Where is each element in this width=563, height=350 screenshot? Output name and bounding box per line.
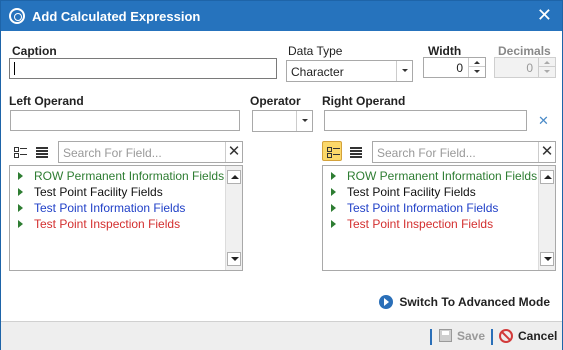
title-bar: Add Calculated Expression ✕ xyxy=(1,1,562,31)
chevron-down-icon[interactable] xyxy=(396,61,412,81)
save-button[interactable]: Save xyxy=(439,329,485,343)
separator xyxy=(430,329,432,345)
expand-arrow-icon[interactable] xyxy=(331,172,336,180)
tree-node-information[interactable]: Test Point Information Fields xyxy=(18,201,185,217)
tree-node-facility[interactable]: Test Point Facility Fields xyxy=(331,185,476,201)
floppy-disk-icon xyxy=(439,329,452,342)
chevron-down-icon[interactable] xyxy=(296,111,312,131)
tree-node-row-permanent[interactable]: ROW Permanent Information Fields xyxy=(331,169,537,185)
decimals-value: 0 xyxy=(526,61,533,75)
right-operand-label: Right Operand xyxy=(322,94,406,108)
width-increment-button[interactable] xyxy=(469,58,485,67)
right-search-placeholder: Search For Field... xyxy=(377,146,476,160)
tree-node-facility[interactable]: Test Point Facility Fields xyxy=(18,185,163,201)
list-view-icon[interactable] xyxy=(32,142,52,162)
width-value: 0 xyxy=(456,61,463,75)
width-label: Width xyxy=(428,44,462,58)
expand-arrow-icon[interactable] xyxy=(331,204,336,212)
switch-advanced-mode-button[interactable]: Switch To Advanced Mode xyxy=(379,295,550,309)
scroll-down-button[interactable] xyxy=(540,252,554,266)
right-tree-scrollbar[interactable] xyxy=(538,166,555,270)
right-operand-input[interactable] xyxy=(324,110,527,131)
window-title: Add Calculated Expression xyxy=(32,9,201,24)
tree-view-icon[interactable] xyxy=(10,142,30,162)
tree-node-row-permanent[interactable]: ROW Permanent Information Fields xyxy=(18,169,224,185)
text-caret xyxy=(14,62,15,75)
expand-arrow-icon[interactable] xyxy=(18,220,23,228)
decimals-stepper-buttons xyxy=(538,58,555,77)
dialog-footer: Save Cancel xyxy=(1,321,562,350)
tree-node-inspection[interactable]: Test Point Inspection Fields xyxy=(18,217,180,233)
clear-right-operand-icon[interactable]: ✕ xyxy=(538,113,549,129)
left-operand-label: Left Operand xyxy=(9,94,84,108)
width-stepper-buttons xyxy=(468,58,485,77)
decimals-stepper: 0 xyxy=(494,57,556,78)
width-decrement-button[interactable] xyxy=(469,68,485,77)
operator-label: Operator xyxy=(250,94,301,108)
right-field-tree: ROW Permanent Information Fields Test Po… xyxy=(322,165,556,271)
cancel-button[interactable]: Cancel xyxy=(499,329,557,343)
tree-node-inspection[interactable]: Test Point Inspection Fields xyxy=(331,217,493,233)
scroll-down-button[interactable] xyxy=(227,252,241,266)
separator xyxy=(491,329,493,345)
data-type-label: Data Type xyxy=(288,44,343,58)
tree-node-information[interactable]: Test Point Information Fields xyxy=(331,201,498,217)
right-field-search[interactable]: Search For Field... ✕ xyxy=(372,141,556,163)
width-stepper[interactable]: 0 xyxy=(423,57,486,78)
data-type-select[interactable]: Character xyxy=(286,60,413,82)
decimals-increment-button xyxy=(539,58,555,67)
left-field-search[interactable]: Search For Field... ✕ xyxy=(58,141,243,163)
tree-view-icon[interactable] xyxy=(322,141,342,161)
operator-select[interactable] xyxy=(252,110,313,132)
clear-search-icon[interactable]: ✕ xyxy=(538,142,555,162)
caption-input[interactable] xyxy=(9,58,277,79)
left-tree-scrollbar[interactable] xyxy=(225,166,242,270)
left-operand-input[interactable] xyxy=(10,110,240,131)
data-type-value: Character xyxy=(291,65,344,79)
caption-label: Caption xyxy=(12,44,57,58)
clear-search-icon[interactable]: ✕ xyxy=(225,142,242,162)
expand-arrow-icon[interactable] xyxy=(18,204,23,212)
close-button[interactable]: ✕ xyxy=(537,6,552,24)
decimals-decrement-button xyxy=(539,68,555,77)
expand-arrow-icon[interactable] xyxy=(18,172,23,180)
scroll-up-button[interactable] xyxy=(227,170,241,184)
add-calculated-expression-dialog: Add Calculated Expression ✕ Caption Data… xyxy=(0,0,563,350)
left-search-placeholder: Search For Field... xyxy=(63,146,162,160)
expand-arrow-icon[interactable] xyxy=(331,220,336,228)
list-view-icon[interactable] xyxy=(346,142,366,162)
cancel-icon xyxy=(499,329,513,343)
app-icon xyxy=(9,8,25,24)
scroll-up-button[interactable] xyxy=(540,170,554,184)
expand-arrow-icon[interactable] xyxy=(18,188,23,196)
expand-arrow-icon[interactable] xyxy=(331,188,336,196)
arrow-right-circle-icon xyxy=(379,295,394,309)
decimals-label: Decimals xyxy=(498,44,551,58)
left-field-tree: ROW Permanent Information Fields Test Po… xyxy=(9,165,243,271)
